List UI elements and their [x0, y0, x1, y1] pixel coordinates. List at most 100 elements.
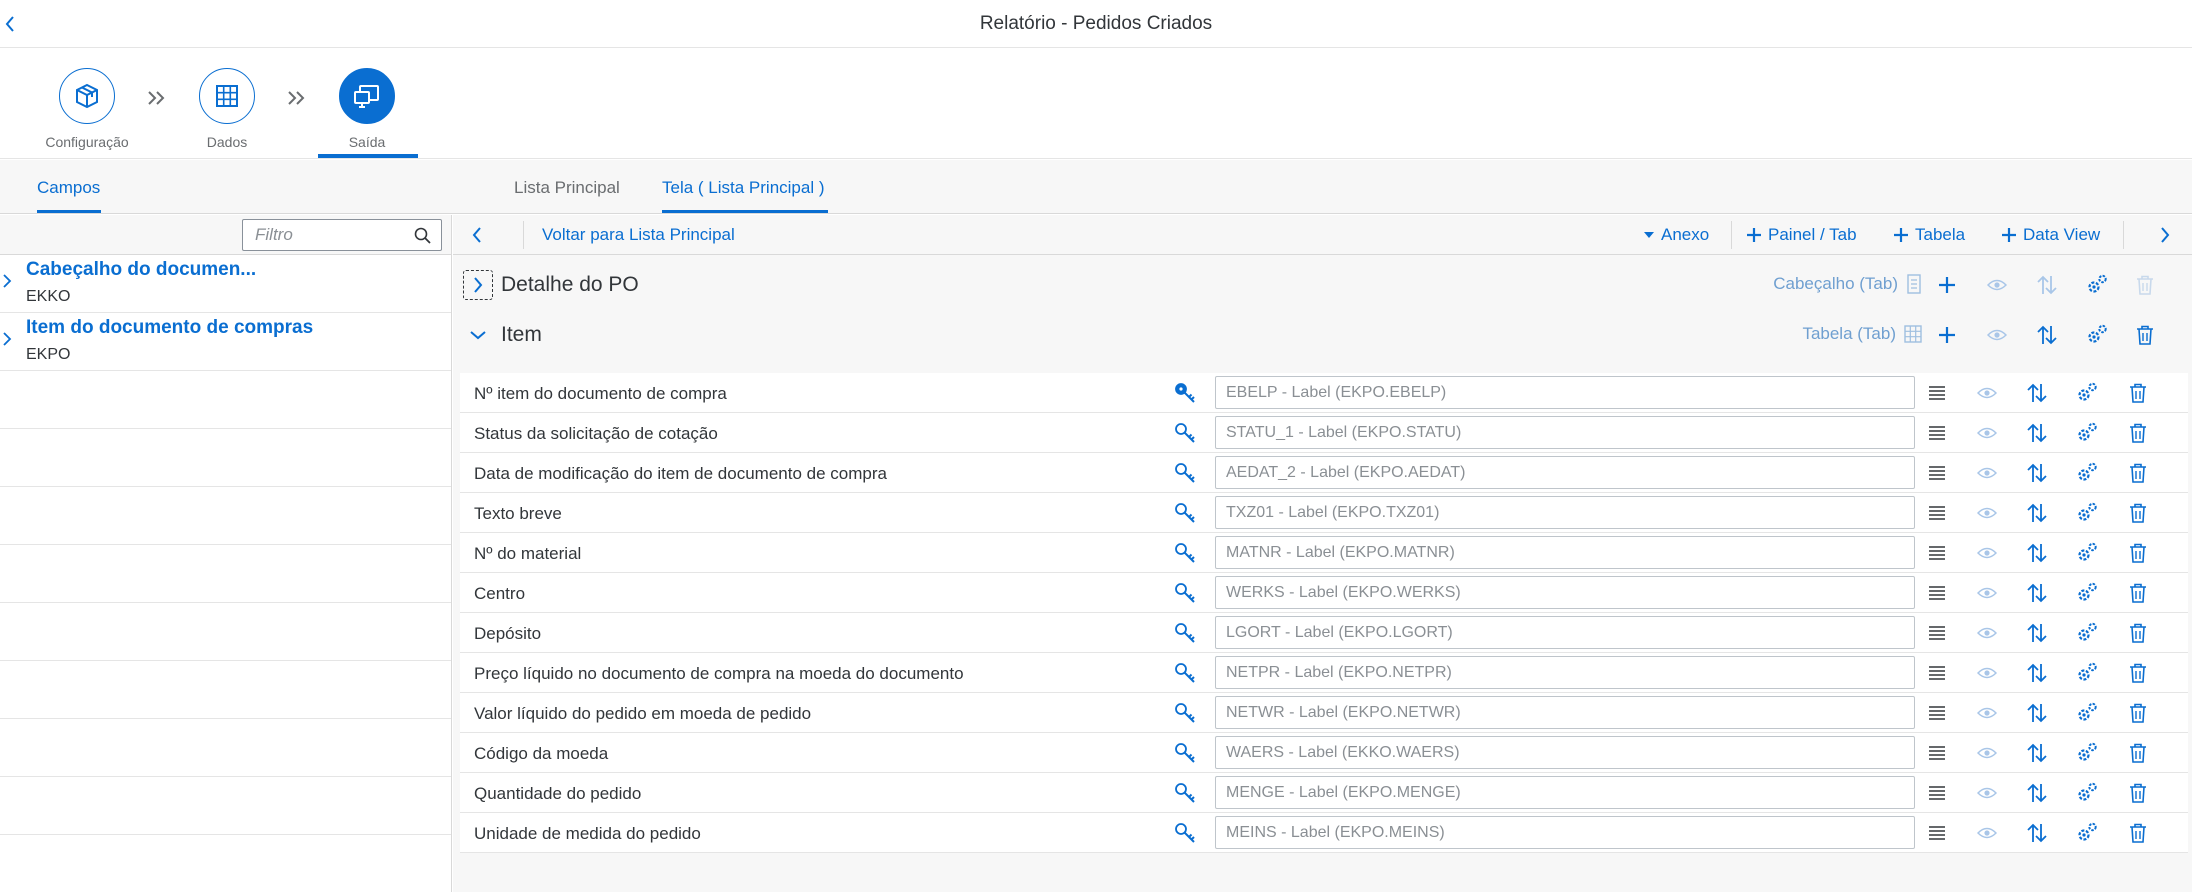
- key-icon[interactable]: [1173, 781, 1197, 810]
- field-label-input[interactable]: [1226, 817, 1906, 848]
- settings-icon[interactable]: [2075, 421, 2099, 445]
- eye-icon[interactable]: [1975, 781, 1999, 805]
- source-item-ekko[interactable]: Cabeçalho do documen... EKKO: [0, 255, 451, 313]
- add-icon[interactable]: [1935, 323, 1959, 347]
- eye-icon[interactable]: [1985, 273, 2009, 297]
- eye-icon[interactable]: [1975, 621, 1999, 645]
- field-label-input[interactable]: [1226, 617, 1906, 648]
- field-label-input[interactable]: [1226, 697, 1906, 728]
- eye-icon[interactable]: [1975, 461, 1999, 485]
- sort-icon[interactable]: [2025, 701, 2049, 725]
- field-label-input[interactable]: [1226, 457, 1906, 488]
- delete-icon[interactable]: [2126, 381, 2150, 405]
- list-lines-icon[interactable]: [1925, 661, 1949, 685]
- key-icon[interactable]: [1173, 501, 1197, 530]
- sort-icon[interactable]: [2025, 461, 2049, 485]
- back-to-main-list-link[interactable]: Voltar para Lista Principal: [542, 225, 735, 245]
- field-label-input-box[interactable]: [1215, 496, 1915, 529]
- list-lines-icon[interactable]: [1925, 581, 1949, 605]
- field-label-input-box[interactable]: [1215, 656, 1915, 689]
- key-icon[interactable]: [1173, 621, 1197, 650]
- field-label-input[interactable]: [1226, 497, 1906, 528]
- settings-icon[interactable]: [2075, 541, 2099, 565]
- delete-icon[interactable]: [2126, 821, 2150, 845]
- eye-icon[interactable]: [1975, 581, 1999, 605]
- sort-icon[interactable]: [2025, 501, 2049, 525]
- eye-icon[interactable]: [1985, 323, 2009, 347]
- tab-lista-principal[interactable]: Lista Principal: [514, 178, 620, 198]
- key-icon[interactable]: [1173, 661, 1197, 690]
- list-lines-icon[interactable]: [1925, 701, 1949, 725]
- delete-icon[interactable]: [2126, 621, 2150, 645]
- delete-icon[interactable]: [2126, 501, 2150, 525]
- delete-icon[interactable]: [2126, 661, 2150, 685]
- collapse-section-button[interactable]: [463, 320, 493, 350]
- settings-icon[interactable]: [2075, 381, 2099, 405]
- wizard-step-saida[interactable]: Saída: [307, 68, 427, 150]
- field-label-input[interactable]: [1226, 657, 1906, 688]
- delete-icon[interactable]: [2126, 741, 2150, 765]
- toolbar-back-button[interactable]: [465, 223, 489, 247]
- settings-icon[interactable]: [2085, 273, 2109, 297]
- field-label-input-box[interactable]: [1215, 696, 1915, 729]
- sort-icon[interactable]: [2035, 273, 2059, 297]
- key-icon[interactable]: [1173, 381, 1197, 410]
- sort-icon[interactable]: [2025, 661, 2049, 685]
- filter-field[interactable]: [242, 219, 442, 251]
- delete-icon[interactable]: [2126, 781, 2150, 805]
- eye-icon[interactable]: [1975, 501, 1999, 525]
- wizard-step-configuracao[interactable]: Configuração: [27, 68, 147, 150]
- eye-icon[interactable]: [1975, 421, 1999, 445]
- field-label-input-box[interactable]: [1215, 376, 1915, 409]
- expand-section-button[interactable]: [463, 270, 493, 300]
- chevron-right-icon[interactable]: [2, 331, 12, 347]
- field-label-input[interactable]: [1226, 737, 1906, 768]
- sort-icon[interactable]: [2025, 621, 2049, 645]
- tab-tela-lista-principal[interactable]: Tela ( Lista Principal ): [662, 178, 825, 198]
- toolbar-forward-button[interactable]: [2153, 223, 2177, 247]
- sort-icon[interactable]: [2025, 821, 2049, 845]
- field-label-input[interactable]: [1226, 777, 1906, 808]
- list-lines-icon[interactable]: [1925, 781, 1949, 805]
- field-label-input-box[interactable]: [1215, 576, 1915, 609]
- sort-icon[interactable]: [2025, 381, 2049, 405]
- list-lines-icon[interactable]: [1925, 621, 1949, 645]
- field-label-input-box[interactable]: [1215, 736, 1915, 769]
- field-label-input-box[interactable]: [1215, 536, 1915, 569]
- delete-icon[interactable]: [2126, 461, 2150, 485]
- settings-icon[interactable]: [2075, 701, 2099, 725]
- filter-input[interactable]: [255, 220, 415, 250]
- field-label-input-box[interactable]: [1215, 616, 1915, 649]
- add-data-view-button[interactable]: Data View: [2001, 223, 2100, 247]
- key-icon[interactable]: [1173, 461, 1197, 490]
- list-lines-icon[interactable]: [1925, 381, 1949, 405]
- eye-icon[interactable]: [1975, 821, 1999, 845]
- chevron-right-icon[interactable]: [2, 273, 12, 289]
- settings-icon[interactable]: [2085, 323, 2109, 347]
- list-lines-icon[interactable]: [1925, 461, 1949, 485]
- delete-icon[interactable]: [2133, 323, 2157, 347]
- eye-icon[interactable]: [1975, 541, 1999, 565]
- key-icon[interactable]: [1173, 741, 1197, 770]
- list-lines-icon[interactable]: [1925, 541, 1949, 565]
- key-icon[interactable]: [1173, 701, 1197, 730]
- delete-icon[interactable]: [2126, 421, 2150, 445]
- attach-menu-button[interactable]: Anexo: [1643, 223, 1709, 247]
- list-lines-icon[interactable]: [1925, 501, 1949, 525]
- add-table-button[interactable]: Tabela: [1893, 223, 1965, 247]
- key-icon[interactable]: [1173, 541, 1197, 570]
- add-icon[interactable]: [1935, 273, 1959, 297]
- wizard-step-dados[interactable]: Dados: [167, 68, 287, 150]
- delete-icon[interactable]: [2126, 701, 2150, 725]
- field-label-input[interactable]: [1226, 377, 1906, 408]
- delete-icon[interactable]: [2126, 541, 2150, 565]
- search-icon[interactable]: [413, 226, 433, 246]
- eye-icon[interactable]: [1975, 741, 1999, 765]
- sort-icon[interactable]: [2025, 781, 2049, 805]
- settings-icon[interactable]: [2075, 661, 2099, 685]
- list-lines-icon[interactable]: [1925, 821, 1949, 845]
- list-lines-icon[interactable]: [1925, 741, 1949, 765]
- key-icon[interactable]: [1173, 421, 1197, 450]
- eye-icon[interactable]: [1975, 661, 1999, 685]
- sort-icon[interactable]: [2025, 581, 2049, 605]
